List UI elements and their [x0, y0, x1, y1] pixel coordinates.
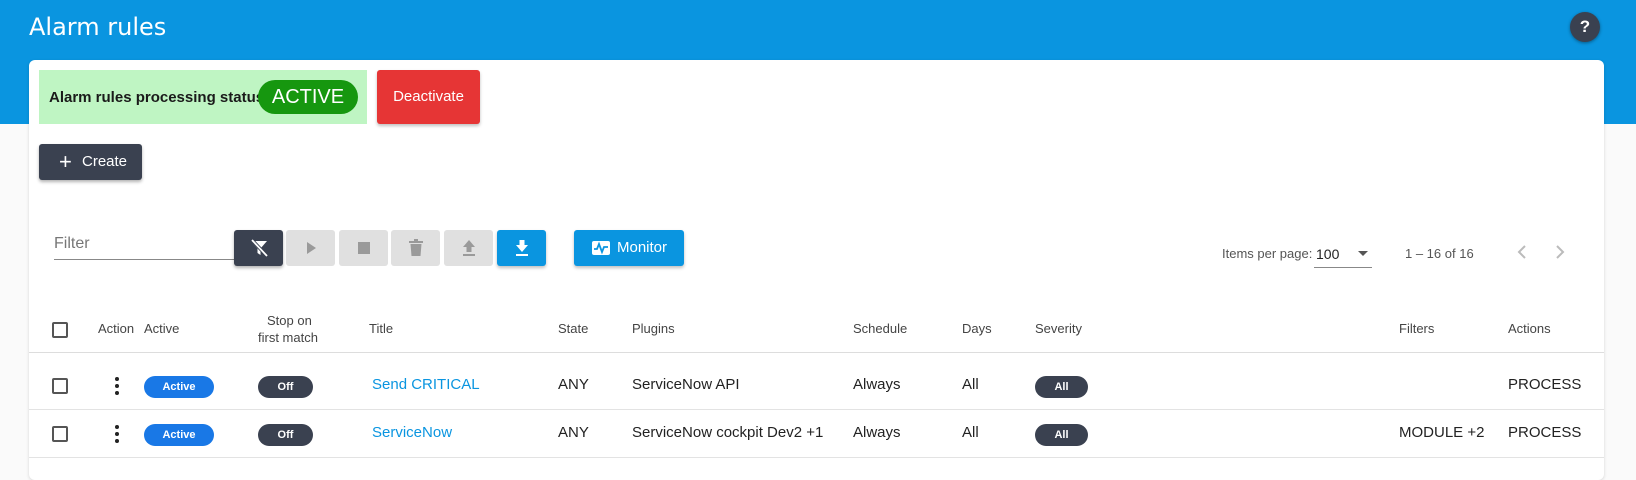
row-checkbox[interactable] [52, 378, 68, 394]
filter-input[interactable] [54, 230, 234, 253]
download-button[interactable] [497, 230, 546, 266]
column-header-actions: Actions [1508, 321, 1551, 336]
previous-page-button[interactable] [1508, 238, 1536, 266]
monitor-button[interactable]: Monitor [574, 230, 684, 266]
monitor-icon [592, 241, 610, 255]
stop-on-first-match-toggle[interactable]: Off [258, 376, 313, 398]
download-icon [515, 240, 528, 256]
processing-status-label: Alarm rules processing status: [49, 89, 270, 106]
clear-filter-button[interactable] [234, 230, 283, 266]
stop-on-first-match-toggle[interactable]: Off [258, 424, 313, 446]
monitor-button-label: Monitor [617, 239, 668, 256]
actions-cell: PROCESS [1508, 424, 1582, 441]
severity-chip: All [1035, 424, 1088, 446]
page-title: Alarm rules [29, 13, 167, 41]
table-row[interactable]: Active Off Send CRITICAL ANY ServiceNow … [29, 363, 1604, 410]
actions-cell: PROCESS [1508, 376, 1582, 393]
play-icon [306, 242, 316, 254]
schedule-cell: Always [853, 376, 901, 393]
column-header-active: Active [144, 321, 180, 336]
upload-icon [462, 240, 475, 256]
upload-button[interactable] [444, 230, 493, 266]
processing-status-badge: ACTIVE [258, 80, 358, 114]
column-header-stop-line2: first match [258, 330, 318, 345]
deactivate-button[interactable]: Deactivate [377, 70, 480, 124]
state-cell: ANY [558, 376, 589, 393]
more-vert-icon[interactable] [111, 375, 123, 397]
processing-status-panel: Alarm rules processing status: ACTIVE [39, 70, 367, 124]
state-cell: ANY [558, 424, 589, 441]
items-per-page-value: 100 [1316, 246, 1340, 262]
create-button[interactable]: + Create [39, 144, 142, 180]
filters-cell: MODULE +2 [1399, 424, 1485, 441]
trash-icon [408, 239, 423, 256]
active-toggle[interactable]: Active [144, 376, 214, 398]
column-header-title: Title [369, 321, 394, 336]
more-vert-icon[interactable] [111, 423, 123, 445]
plugins-cell: ServiceNow API [632, 376, 740, 393]
column-header-filters: Filters [1399, 321, 1435, 336]
rule-title-link[interactable]: ServiceNow [372, 424, 452, 441]
help-button[interactable]: ? [1570, 12, 1600, 42]
rule-title-link[interactable]: Send CRITICAL [372, 376, 480, 393]
stop-button[interactable] [339, 230, 388, 266]
plus-icon: + [59, 149, 72, 174]
column-header-severity: Severity [1035, 321, 1082, 336]
items-per-page-select[interactable]: 100 [1314, 238, 1372, 268]
chevron-left-icon [1517, 245, 1526, 259]
column-header-plugins: Plugins [632, 321, 675, 336]
days-cell: All [962, 424, 979, 441]
column-header-days: Days [962, 321, 992, 336]
chevron-down-icon [1358, 251, 1368, 256]
next-page-button[interactable] [1546, 238, 1574, 266]
delete-button[interactable] [391, 230, 440, 266]
create-button-label: Create [82, 153, 128, 170]
days-cell: All [962, 376, 979, 393]
chevron-right-icon [1556, 245, 1565, 259]
column-header-state: State [558, 321, 589, 336]
clear-filter-icon [250, 238, 268, 258]
main-card: Alarm rules processing status: ACTIVE De… [29, 60, 1604, 480]
active-toggle[interactable]: Active [144, 424, 214, 446]
stop-icon [357, 242, 370, 254]
filter-field[interactable] [54, 230, 234, 260]
row-checkbox[interactable] [52, 426, 68, 442]
column-header-schedule: Schedule [853, 321, 908, 336]
plugins-cell: ServiceNow cockpit Dev2 +1 [632, 424, 824, 441]
pagination-range: 1 – 16 of 16 [1405, 246, 1474, 261]
table-row[interactable]: Active Off ServiceNow ANY ServiceNow coc… [29, 411, 1604, 458]
column-header-action: Action [98, 321, 135, 336]
table-header: Action Active Stop on first match Title … [29, 303, 1604, 353]
column-header-stop-line1: Stop on [267, 313, 312, 328]
select-all-checkbox[interactable] [52, 322, 68, 338]
severity-chip: All [1035, 376, 1088, 398]
items-per-page-label: Items per page: [1222, 246, 1313, 261]
schedule-cell: Always [853, 424, 901, 441]
start-button[interactable] [286, 230, 335, 266]
